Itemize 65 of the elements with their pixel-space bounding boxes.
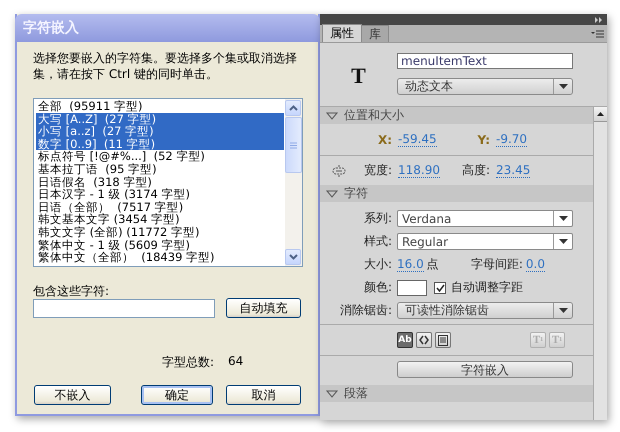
dialog-button[interactable]: 取消 xyxy=(226,385,301,405)
expanded-arrow-icon[interactable] xyxy=(326,190,338,198)
glyph-total-value: 64 xyxy=(228,354,244,368)
section-title: 位置和大小 xyxy=(344,107,404,124)
charset-item[interactable]: 韩文基本文字 (3454 字型) xyxy=(36,213,284,226)
instance-name-field[interactable]: menuItemText xyxy=(397,53,573,69)
embed-button[interactable]: 字符嵌入 xyxy=(397,361,573,378)
collapse-icon[interactable] xyxy=(595,16,603,22)
antialias-label: 消除锯齿: xyxy=(338,302,392,319)
scroll-down-icon[interactable] xyxy=(285,249,301,265)
charset-item[interactable]: 全部 (95911 字型) xyxy=(36,100,284,113)
charset-item[interactable]: 大写 [A..Z] (27 字型) xyxy=(36,112,284,126)
color-swatch[interactable] xyxy=(397,280,427,296)
charset-item[interactable]: 韩文文字 (全部) (11772 字型) xyxy=(36,226,284,239)
selectable-text-toggle[interactable]: Ab xyxy=(397,332,413,348)
style-label: 样式: xyxy=(362,233,392,250)
charset-item[interactable]: 小写 [a..z] (27 字型) xyxy=(36,125,284,138)
charset-item[interactable]: 基本拉丁语 (95 字型) xyxy=(36,162,284,176)
dropdown-arrow-icon xyxy=(558,308,568,313)
charset-item[interactable]: 日语（全部） (7517 字型) xyxy=(36,200,284,214)
size-label: 大小: xyxy=(362,256,392,273)
scroll-up-icon[interactable] xyxy=(594,107,607,122)
field-label: 包含这些字符: xyxy=(33,283,110,297)
dialog-button[interactable]: 不嵌入 xyxy=(34,385,111,405)
glyph-total-label: 字型总数: xyxy=(162,354,214,368)
dropdown-arrow-icon xyxy=(558,84,568,89)
chain-icon[interactable] xyxy=(332,164,346,176)
menu-icon[interactable] xyxy=(591,30,604,38)
section-title: 段落 xyxy=(344,385,368,402)
spacing-label: 字母间距: xyxy=(470,256,523,273)
size-unit: 点 xyxy=(426,256,439,273)
dropdown-arrow-icon xyxy=(558,216,568,221)
window-title: 字符嵌入 xyxy=(15,14,320,42)
instruction-text: 选择您要嵌入的字符集。要选择多个集或取消选择集，请在按下 Ctrl 键的同时单击。 xyxy=(33,50,298,82)
height-label: 高度: xyxy=(460,162,490,179)
section-title: 字符 xyxy=(344,185,368,202)
charset-item[interactable]: 数字 [0..9] (11 字型) xyxy=(36,138,284,150)
text-type-dropdown[interactable]: 动态文本 xyxy=(397,78,573,95)
x-label: X: xyxy=(376,132,392,146)
scroll-thumb[interactable] xyxy=(285,117,302,173)
dialog-button[interactable]: 确定 xyxy=(141,385,213,405)
autofill-button[interactable]: 自动填充 xyxy=(226,298,301,318)
panel-tab[interactable]: 属性 xyxy=(322,24,362,42)
text-tool-icon: T xyxy=(351,62,366,88)
y-label: Y: xyxy=(476,132,490,146)
panel-tab[interactable]: 库 xyxy=(361,25,389,42)
antialias-dropdown[interactable]: 可读性消除锯齿 xyxy=(397,302,573,319)
checkbox[interactable] xyxy=(434,282,446,294)
charset-item[interactable]: 繁体中文（全部） (18439 字型) xyxy=(36,251,284,264)
expanded-arrow-icon[interactable] xyxy=(326,112,338,120)
font-family-dropdown[interactable]: Verdana xyxy=(397,210,573,227)
html-toggle[interactable] xyxy=(416,332,432,348)
dropdown-arrow-icon xyxy=(558,239,568,244)
charset-item[interactable]: 繁体中文 - 1 级 (5609 字型) xyxy=(36,238,284,252)
font-style-dropdown[interactable]: Regular xyxy=(397,233,573,250)
width-label: 宽度: xyxy=(364,162,392,179)
expanded-arrow-icon[interactable] xyxy=(326,390,338,398)
checkbox-label: 自动调整字距 xyxy=(451,279,523,296)
input-field[interactable] xyxy=(33,298,215,318)
family-label: 系列: xyxy=(362,210,392,227)
charset-item[interactable]: 日本汉字 - 1 级 (3174 字型) xyxy=(36,188,284,201)
charset-item[interactable]: 标点符号 [!@#%...] (52 字型) xyxy=(36,150,284,163)
charset-item[interactable]: 日语假名 (318 字型) xyxy=(36,176,284,188)
color-label: 颜色: xyxy=(362,279,392,296)
border-toggle[interactable] xyxy=(435,332,451,348)
